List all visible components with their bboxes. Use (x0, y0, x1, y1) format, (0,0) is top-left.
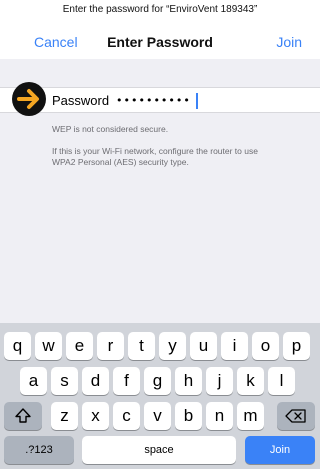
key-w[interactable]: w (35, 332, 62, 360)
key-x[interactable]: x (82, 402, 109, 430)
keyboard: q w e r t y u i o p a s d f g h j k l z … (0, 323, 320, 469)
key-b[interactable]: b (175, 402, 202, 430)
key-d[interactable]: d (82, 367, 109, 395)
key-k[interactable]: k (237, 367, 264, 395)
backspace-key[interactable] (277, 402, 315, 430)
key-q[interactable]: q (4, 332, 31, 360)
join-button[interactable]: Join (276, 34, 302, 50)
key-p[interactable]: p (283, 332, 310, 360)
password-label: Password (52, 93, 110, 108)
key-j[interactable]: j (206, 367, 233, 395)
key-i[interactable]: i (221, 332, 248, 360)
key-y[interactable]: y (159, 332, 186, 360)
key-t[interactable]: t (128, 332, 155, 360)
shift-key[interactable] (4, 402, 42, 430)
arrow-indicator-icon (12, 82, 46, 116)
password-row[interactable]: Password (0, 87, 320, 113)
key-n[interactable]: n (206, 402, 233, 430)
navigation-bar: Cancel Enter Password Join (0, 30, 320, 58)
key-v[interactable]: v (144, 402, 171, 430)
key-o[interactable]: o (252, 332, 279, 360)
join-key[interactable]: Join (245, 436, 315, 464)
shift-icon (15, 408, 31, 423)
advice-line-2: WPA2 Personal (AES) security type. (52, 157, 189, 167)
security-advice: If this is your Wi-Fi network, configure… (52, 146, 312, 168)
nav-title: Enter Password (107, 34, 213, 50)
numbers-mode-key[interactable]: .?123 (4, 436, 74, 464)
backspace-icon (285, 409, 306, 423)
key-c[interactable]: c (113, 402, 140, 430)
key-z[interactable]: z (51, 402, 78, 430)
space-key[interactable]: space (82, 436, 236, 464)
password-prompt: Enter the password for “EnviroVent 18934… (62, 4, 258, 15)
key-l[interactable]: l (268, 367, 295, 395)
key-r[interactable]: r (97, 332, 124, 360)
wep-warning: WEP is not considered secure. (52, 124, 169, 134)
text-caret (196, 93, 198, 109)
key-g[interactable]: g (144, 367, 171, 395)
key-a[interactable]: a (20, 367, 47, 395)
key-u[interactable]: u (190, 332, 217, 360)
key-s[interactable]: s (51, 367, 78, 395)
advice-line-1: If this is your Wi-Fi network, configure… (52, 146, 258, 156)
key-h[interactable]: h (175, 367, 202, 395)
key-f[interactable]: f (113, 367, 140, 395)
key-e[interactable]: e (66, 332, 93, 360)
key-m[interactable]: m (237, 402, 264, 430)
password-input[interactable] (116, 91, 236, 109)
